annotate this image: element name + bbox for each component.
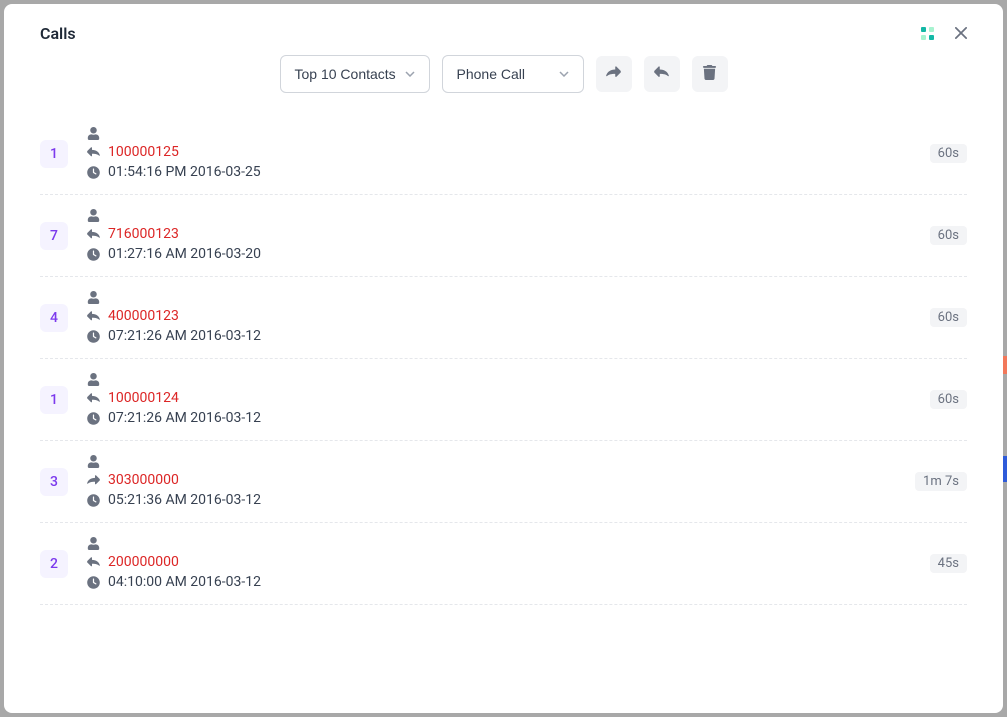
phone-number-link[interactable]: 100000124 [108,390,179,406]
contacts-filter-select[interactable]: Top 10 Contacts [280,55,430,93]
reply-icon [86,556,100,569]
timestamp-row: 01:54:16 PM 2016-03-25 [86,164,930,180]
call-details: 716000123 01:27:16 AM 2016-03-20 [86,209,930,262]
phone-number-link[interactable]: 400000123 [108,308,179,324]
call-item[interactable]: 1 100000125 01:54:16 PM 2016-03-25 60s [40,113,967,195]
duration-badge: 60s [930,144,967,163]
call-details: 400000123 07:21:26 AM 2016-03-12 [86,291,930,344]
reply-icon [86,392,100,405]
reply-icon [86,310,100,323]
type-filter-select[interactable]: Phone Call [442,55,584,93]
delete-button[interactable] [692,56,728,92]
contact-row [86,209,930,222]
modal-header: Calls [4,4,1003,43]
close-icon[interactable] [955,26,967,42]
number-row: 100000125 [86,144,930,160]
clock-icon [86,412,100,425]
contacts-filter-label: Top 10 Contacts [295,66,396,82]
person-icon [86,537,100,550]
number-row: 100000124 [86,390,930,406]
chevron-down-icon [559,71,569,77]
chevron-down-icon [405,71,415,77]
toolbar: Top 10 Contacts Phone Call [4,43,1003,113]
person-icon [86,455,100,468]
call-details: 303000000 05:21:36 AM 2016-03-12 [86,455,915,508]
timestamp-row: 07:21:26 AM 2016-03-12 [86,410,930,426]
rank-badge: 4 [40,304,68,332]
duration-badge: 60s [930,308,967,327]
decoration [1003,456,1007,482]
phone-number-link[interactable]: 200000000 [108,554,179,570]
call-item[interactable]: 7 716000123 01:27:16 AM 2016-03-20 60s [40,195,967,277]
clock-icon [86,576,100,589]
number-row: 303000000 [86,472,915,488]
call-item[interactable]: 4 400000123 07:21:26 AM 2016-03-12 60s [40,277,967,359]
call-item[interactable]: 2 200000000 04:10:00 AM 2016-03-12 45s [40,523,967,605]
share-icon [606,65,621,83]
share-icon [86,474,100,487]
timestamp-text: 07:21:26 AM 2016-03-12 [108,410,261,426]
person-icon [86,209,100,222]
rank-badge: 1 [40,140,68,168]
reply-icon [86,228,100,241]
phone-number-link[interactable]: 716000123 [108,226,179,242]
trash-icon [702,65,717,83]
timestamp-text: 05:21:36 AM 2016-03-12 [108,492,261,508]
call-details: 100000125 01:54:16 PM 2016-03-25 [86,127,930,180]
rank-badge: 2 [40,550,68,578]
type-filter-label: Phone Call [457,66,526,82]
call-details: 100000124 07:21:26 AM 2016-03-12 [86,373,930,426]
clock-icon [86,330,100,343]
timestamp-text: 04:10:00 AM 2016-03-12 [108,574,261,590]
header-actions [921,26,967,42]
call-item[interactable]: 1 100000124 07:21:26 AM 2016-03-12 60s [40,359,967,441]
person-icon [86,127,100,140]
call-item[interactable]: 3 303000000 05:21:36 AM 2016-03-12 1m 7s [40,441,967,523]
contact-row [86,127,930,140]
number-row: 400000123 [86,308,930,324]
calls-list[interactable]: 1 100000125 01:54:16 PM 2016-03-25 60s 7 7160… [4,113,1003,713]
rank-badge: 3 [40,468,68,496]
phone-number-link[interactable]: 303000000 [108,472,179,488]
clock-icon [86,494,100,507]
share-button[interactable] [596,56,632,92]
call-details: 200000000 04:10:00 AM 2016-03-12 [86,537,930,590]
clock-icon [86,166,100,179]
person-icon [86,373,100,386]
timestamp-row: 04:10:00 AM 2016-03-12 [86,574,930,590]
rank-badge: 1 [40,386,68,414]
reply-icon [654,65,669,83]
duration-badge: 60s [930,226,967,245]
timestamp-text: 01:54:16 PM 2016-03-25 [108,164,261,180]
timestamp-row: 05:21:36 AM 2016-03-12 [86,492,915,508]
person-icon [86,291,100,304]
reply-icon [86,146,100,159]
contact-row [86,537,930,550]
clock-icon [86,248,100,261]
number-row: 716000123 [86,226,930,242]
duration-badge: 60s [930,390,967,409]
contact-row [86,291,930,304]
page-title: Calls [40,24,76,43]
contact-row [86,373,930,386]
reply-button[interactable] [644,56,680,92]
timestamp-row: 07:21:26 AM 2016-03-12 [86,328,930,344]
timestamp-row: 01:27:16 AM 2016-03-20 [86,246,930,262]
calls-modal: Calls Top 10 Contacts [4,4,1003,713]
number-row: 200000000 [86,554,930,570]
contact-row [86,455,915,468]
rank-badge: 7 [40,222,68,250]
grid-qr-icon[interactable] [921,27,935,41]
timestamp-text: 07:21:26 AM 2016-03-12 [108,328,261,344]
phone-number-link[interactable]: 100000125 [108,144,179,160]
duration-badge: 45s [930,554,967,573]
duration-badge: 1m 7s [915,472,967,491]
decoration [1003,356,1007,374]
timestamp-text: 01:27:16 AM 2016-03-20 [108,246,261,262]
